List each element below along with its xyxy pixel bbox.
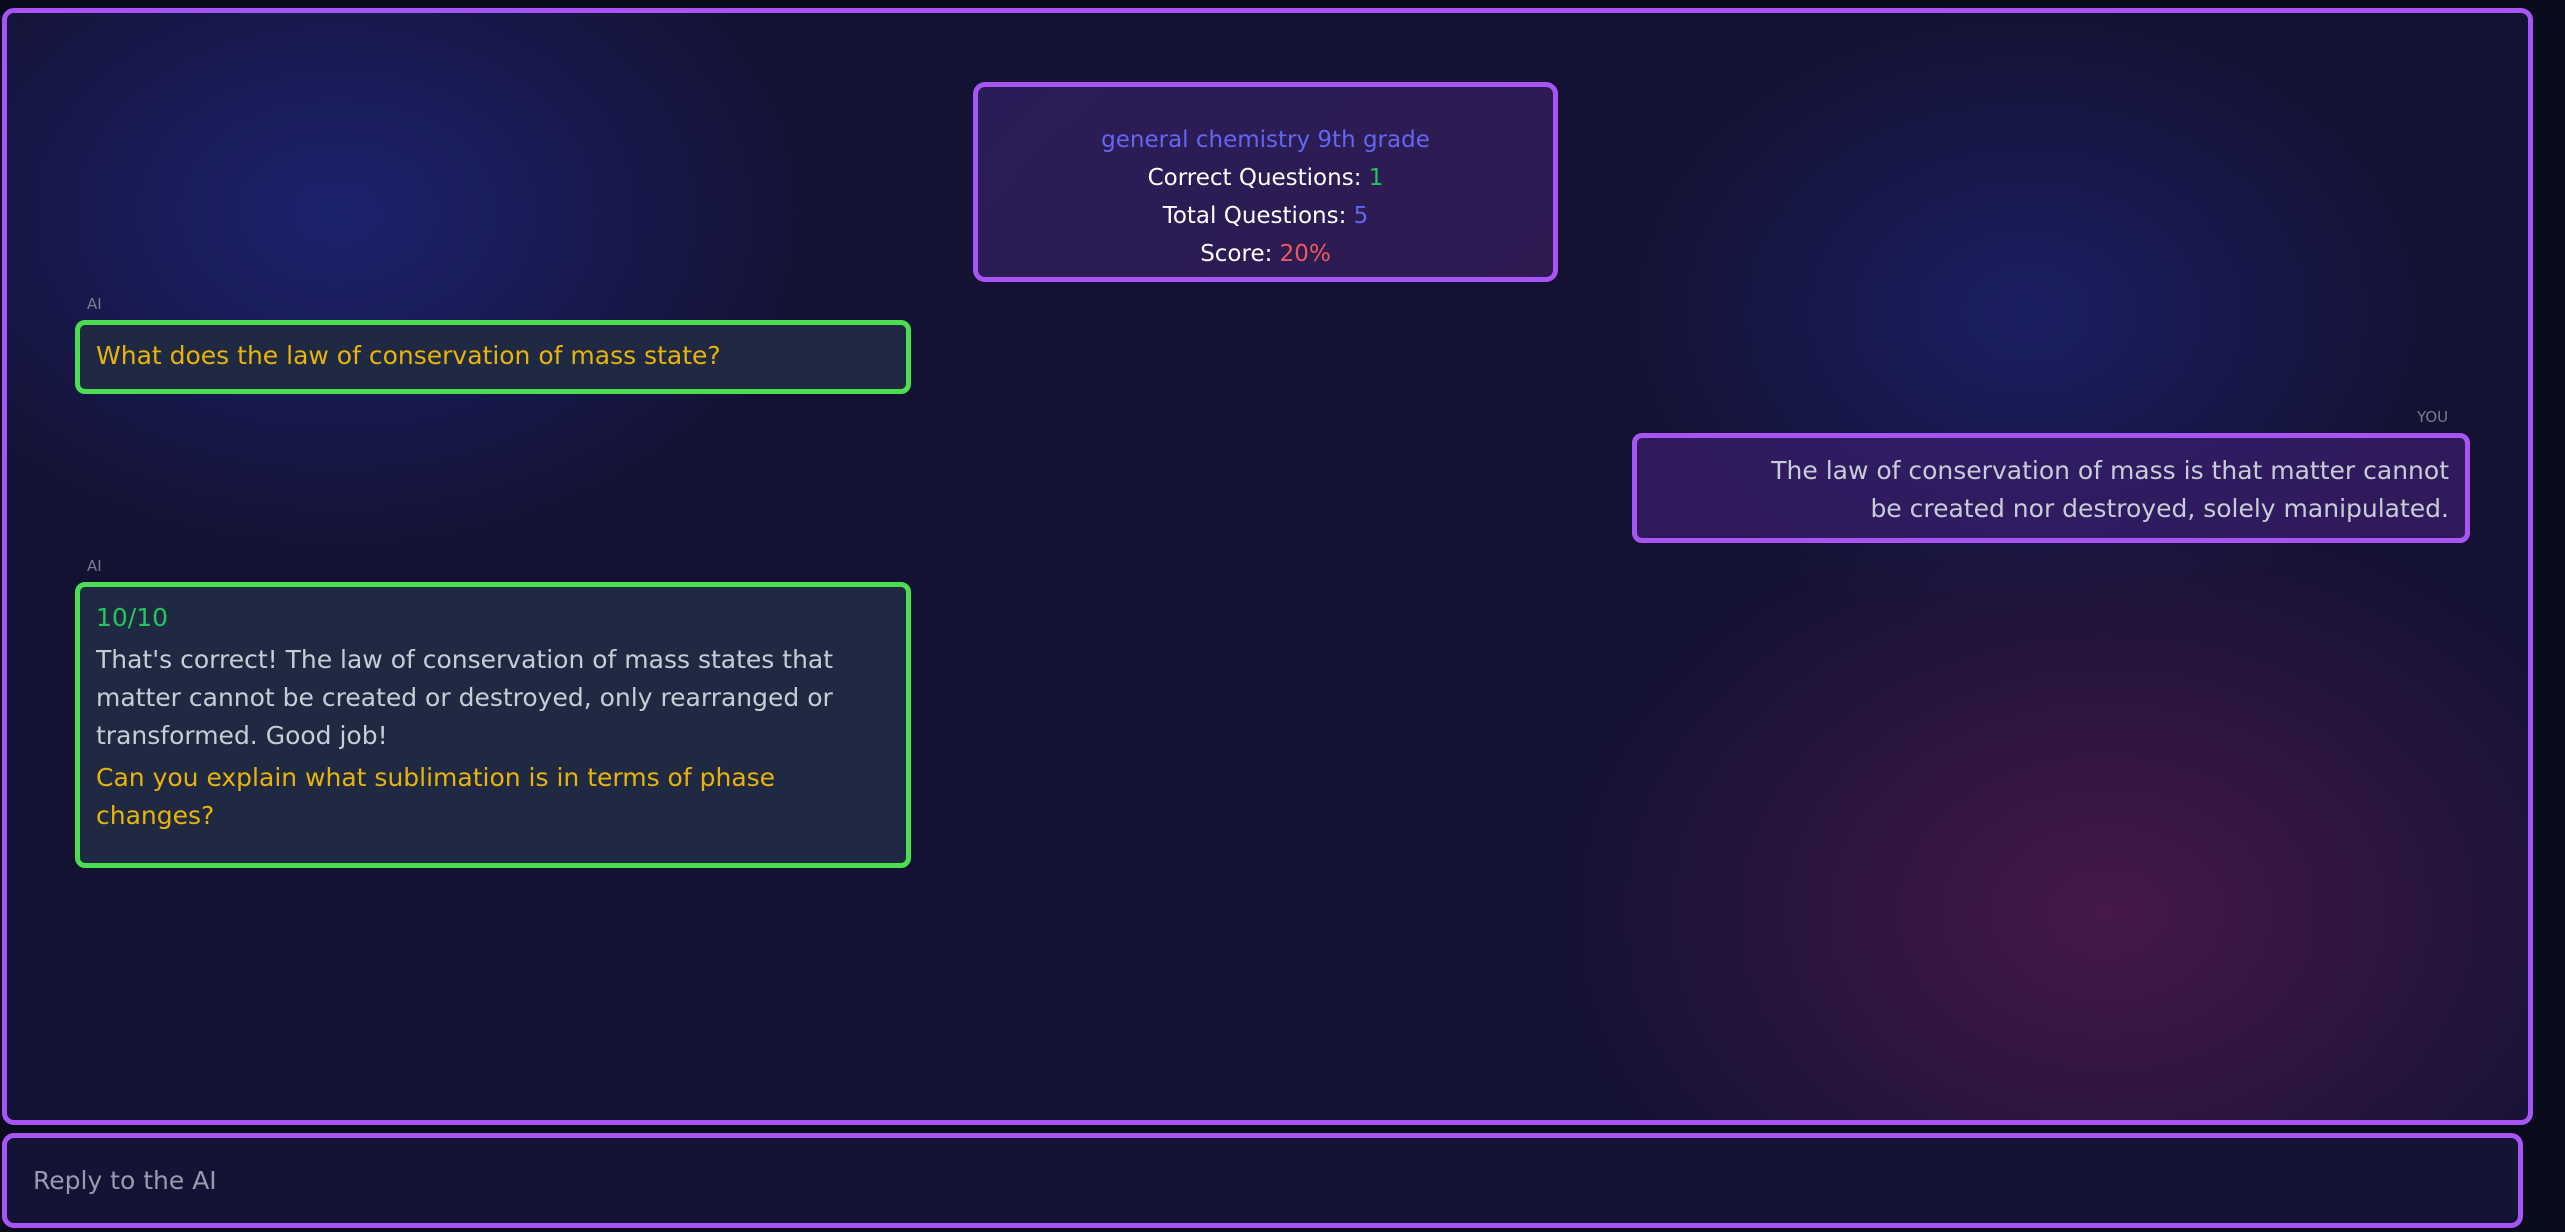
score-label: Score: — [1200, 241, 1280, 267]
total-value: 5 — [1353, 203, 1369, 229]
ai-feedback: That's correct! The law of conservation … — [96, 645, 834, 750]
quiz-summary-card: general chemistry 9th grade Correct Ques… — [973, 82, 1558, 282]
ai-question: What does the law of conservation of mas… — [96, 341, 721, 370]
ai-message: 10/10 That's correct! The law of conserv… — [75, 582, 911, 868]
correct-questions: Correct Questions: 1 — [978, 159, 1553, 197]
ai-message: What does the law of conservation of mas… — [75, 320, 911, 394]
score: Score: 20% — [978, 235, 1553, 273]
correct-value: 1 — [1368, 165, 1384, 191]
sender-label: AI — [87, 557, 102, 575]
total-questions: Total Questions: 5 — [978, 197, 1553, 235]
user-message: The law of conservation of mass is that … — [1632, 433, 2470, 543]
total-label: Total Questions: — [1162, 203, 1354, 229]
ai-question: Can you explain what sublimation is in t… — [96, 763, 776, 830]
correct-label: Correct Questions: — [1147, 165, 1369, 191]
chat-panel[interactable]: general chemistry 9th grade Correct Ques… — [2, 8, 2533, 1125]
user-message-text: The law of conservation of mass is that … — [1771, 456, 2449, 523]
quiz-topic: general chemistry 9th grade — [1101, 127, 1430, 153]
reply-box[interactable] — [2, 1133, 2523, 1228]
sender-label: YOU — [2417, 408, 2449, 426]
reply-input[interactable] — [7, 1138, 2518, 1223]
ai-grade: 10/10 — [96, 603, 169, 632]
score-value: 20% — [1279, 241, 1331, 267]
sender-label: AI — [87, 295, 102, 313]
